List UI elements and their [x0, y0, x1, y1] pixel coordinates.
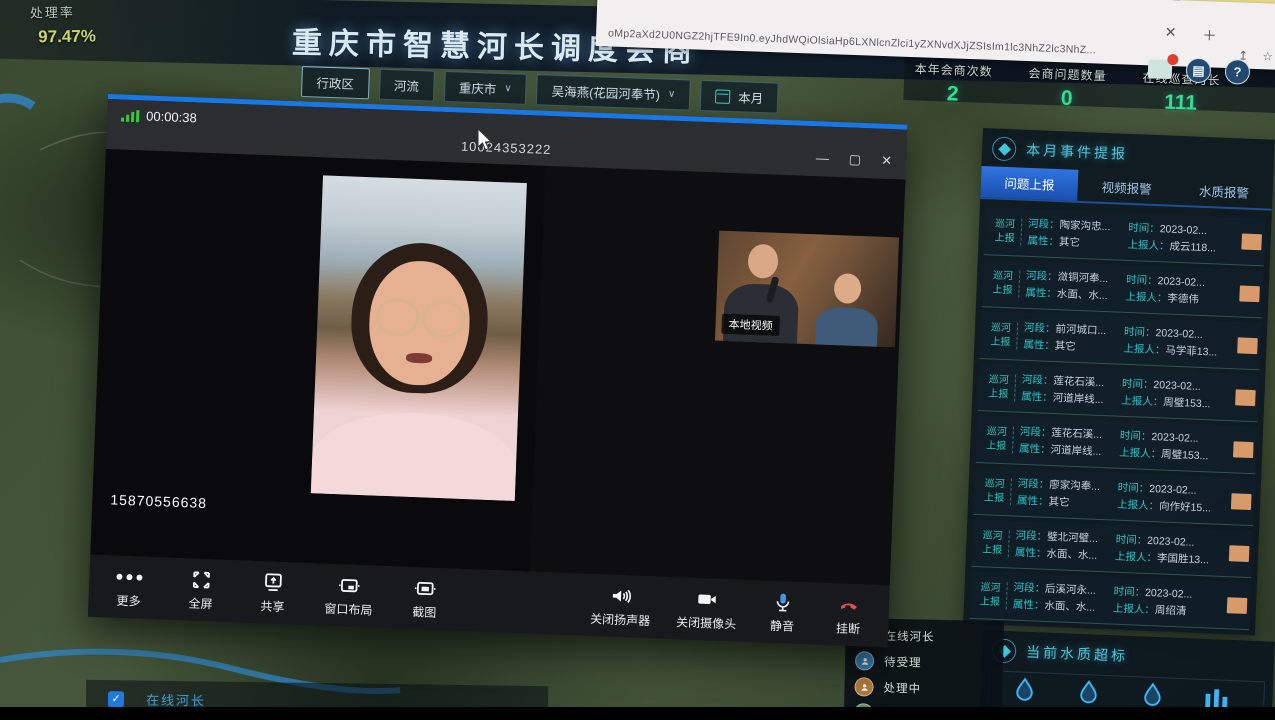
- event-photo-thumbnail[interactable]: [1231, 493, 1252, 510]
- minimize-button[interactable]: —: [816, 150, 830, 166]
- event-row[interactable]: 巡河上报 河段：潋铜河奉...时间：2023-02... 属性：水面、水...上…: [982, 259, 1264, 318]
- mute-speaker-button[interactable]: 关闭扬声器: [590, 583, 652, 628]
- patrol-report-badge: 巡河上报: [980, 425, 1014, 453]
- photo-bottom-edge: [0, 707, 1275, 720]
- patrol-report-badge: 巡河上报: [986, 269, 1020, 297]
- fullscreen-button[interactable]: 全屏: [180, 568, 222, 613]
- filter-river[interactable]: 河流: [378, 69, 434, 102]
- camera-icon: [695, 587, 720, 610]
- window-layout-icon: [338, 574, 361, 597]
- video-call-window: 00:00:38 10024353222 — ▢ ✕: [88, 94, 907, 647]
- filter-admin-region[interactable]: 行政区: [301, 66, 370, 99]
- event-row[interactable]: 巡河上报 河段：陶家沟忠...时间：2023-02... 属性：其它上报人：成云…: [984, 207, 1266, 266]
- patrol-report-badge: 巡河上报: [982, 373, 1016, 401]
- legend-item-pending[interactable]: 待受理: [855, 651, 993, 673]
- events-list: 巡河上报 河段：陶家沟忠...时间：2023-02... 属性：其它上报人：成云…: [963, 199, 1272, 635]
- filter-city-select[interactable]: 重庆市∨: [443, 71, 527, 105]
- screenshot-button[interactable]: 截图: [404, 576, 446, 621]
- rate-widget: 处理率 97.47%: [30, 1, 96, 47]
- call-video-area: 本地视频 15870556638: [90, 149, 905, 585]
- patrol-report-badge: 巡河上报: [974, 581, 1008, 609]
- legend-item-processing[interactable]: 处理中: [854, 677, 992, 699]
- chevron-down-icon: ∨: [504, 83, 512, 94]
- chevron-down-icon: ∨: [668, 89, 676, 100]
- local-video-thumbnail[interactable]: 本地视频: [715, 231, 899, 348]
- tab-water-alarm[interactable]: 水质报警: [1175, 174, 1273, 209]
- filter-month[interactable]: 本月: [700, 80, 779, 114]
- event-photo-thumbnail[interactable]: [1233, 441, 1254, 458]
- rate-label: 处理率: [30, 1, 96, 21]
- remote-video-feed: [311, 175, 527, 501]
- mouse-cursor: [476, 128, 494, 152]
- notification-badge: [1167, 54, 1178, 65]
- header-icons: ▤ ?: [1148, 56, 1251, 85]
- event-photo-thumbnail[interactable]: [1241, 233, 1262, 250]
- tab-video-alarm[interactable]: 视频报警: [1077, 170, 1175, 205]
- hang-up-button[interactable]: 挂断: [828, 593, 870, 638]
- event-photo-thumbnail[interactable]: [1237, 337, 1258, 354]
- maximize-button[interactable]: ▢: [849, 151, 862, 167]
- event-photo-thumbnail[interactable]: [1239, 285, 1260, 302]
- window-layout-button[interactable]: 窗口布局: [324, 573, 374, 618]
- window-controls: — ▢ ✕: [816, 150, 893, 169]
- bookmark-star-icon[interactable]: ☆: [1262, 49, 1273, 63]
- screen-photo: ✕ ＋ oMp2aXd2U0NGZ2hjTFE9In0.eyJhdWQiOlsi…: [0, 0, 1275, 720]
- monthly-events-panel: 本月事件提报 问题上报 视频报警 水质报警 巡河上报 河段：陶家沟忠...时间：…: [963, 128, 1275, 635]
- event-row[interactable]: 巡河上报 河段：前河城口...时间：2023-02... 属性：其它上报人：马学…: [980, 311, 1262, 370]
- hang-up-icon: [837, 593, 862, 616]
- filter-person-select[interactable]: 吴海燕(花园河奉节)∨: [536, 74, 691, 110]
- patrol-report-badge: 巡河上报: [976, 529, 1010, 557]
- tab-close-icon[interactable]: ✕: [1164, 24, 1176, 44]
- more-button[interactable]: 更多: [108, 565, 150, 610]
- stat-issues: 会商问题数量0: [1027, 64, 1107, 112]
- camera-off-button[interactable]: 关闭摄像头: [676, 587, 738, 632]
- stat-meetings: 本年会商次数2: [913, 60, 993, 108]
- share-screen-icon: [262, 571, 285, 594]
- screenshot-icon: [414, 577, 437, 600]
- caller-phone-number: 15870556638: [110, 491, 207, 511]
- online-chief-checkbox[interactable]: ✓: [108, 691, 124, 707]
- event-photo-thumbnail[interactable]: [1235, 389, 1256, 406]
- event-row[interactable]: 巡河上报 河段：璧北河璧...时间：2023-02... 属性：水面、水...上…: [971, 519, 1253, 578]
- patrol-report-badge: 巡河上报: [984, 321, 1018, 349]
- pending-icon: [855, 651, 874, 670]
- patrol-report-badge: 巡河上报: [988, 217, 1022, 245]
- events-panel-icon: [992, 136, 1017, 161]
- speaker-icon: [609, 584, 634, 607]
- signal-bars-icon: [121, 109, 139, 122]
- document-icon[interactable]: ▤: [1186, 58, 1212, 84]
- call-timer: 00:00:38: [121, 108, 197, 126]
- event-row[interactable]: 巡河上报 河段：莲花石溪...时间：2023-02... 属性：河道岸线...上…: [978, 363, 1260, 422]
- rate-value: 97.47%: [38, 26, 96, 47]
- local-video-label: 本地视频: [721, 314, 780, 336]
- mute-mic-button[interactable]: 静音: [762, 590, 804, 635]
- event-row[interactable]: 巡河上报 河段：廖家沟奉...时间：2023-02... 属性：其它上报人：向作…: [973, 467, 1255, 526]
- close-button[interactable]: ✕: [881, 153, 893, 169]
- patrol-report-badge: 巡河上报: [978, 477, 1012, 505]
- event-photo-thumbnail[interactable]: [1227, 597, 1248, 614]
- calendar-icon: [715, 89, 730, 104]
- new-tab-icon[interactable]: ＋: [1202, 25, 1217, 45]
- message-icon[interactable]: [1148, 59, 1173, 79]
- fullscreen-icon: [190, 568, 213, 591]
- event-photo-thumbnail[interactable]: [1229, 545, 1250, 562]
- event-row[interactable]: 巡河上报 河段：后溪河永...时间：2023-02... 属性：水面、水...上…: [969, 571, 1251, 630]
- microphone-icon: [772, 590, 795, 613]
- share-screen-button[interactable]: 共享: [252, 570, 294, 615]
- more-dots-icon: [116, 565, 143, 588]
- tab-problem-report[interactable]: 问题上报: [980, 166, 1078, 201]
- help-icon[interactable]: ?: [1225, 59, 1251, 85]
- processing-icon: [854, 677, 873, 696]
- event-row[interactable]: 巡河上报 河段：莲花石溪...时间：2023-02... 属性：河道岸线...上…: [976, 415, 1258, 474]
